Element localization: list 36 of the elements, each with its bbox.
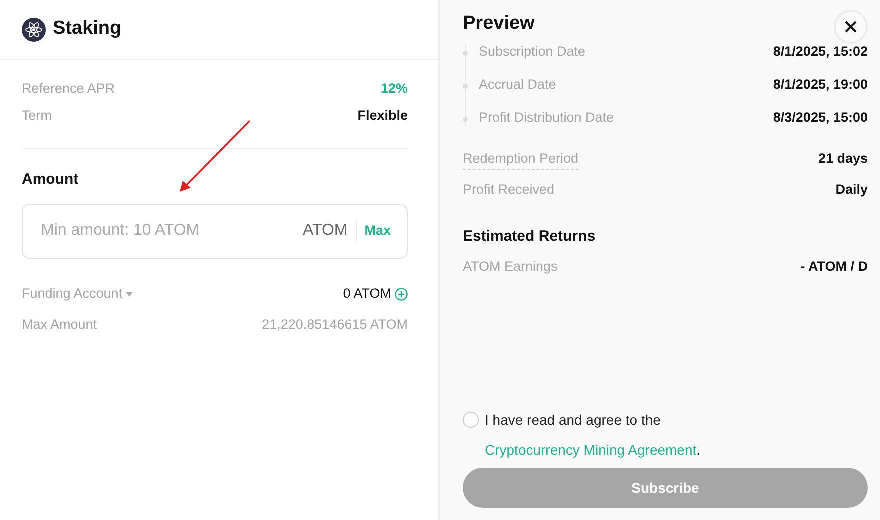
info-label: Reference APR [22, 80, 116, 98]
caret-icon[interactable] [126, 292, 134, 296]
amount-field[interactable]: Min amount: 10 ATOM ATOM Max [22, 204, 408, 258]
timeline-value: 8/1/2025, 19:00 [773, 76, 868, 94]
agreement-text: I have read and agree to the Cryptocurrency Mining Agreement. [485, 410, 702, 460]
info-value: 21,220.85146615 ATOM [262, 316, 408, 334]
timeline-label: Subscription Date [479, 43, 586, 62]
agreement-checkbox[interactable] [463, 412, 479, 428]
funding-value: 0 ATOM [343, 284, 392, 303]
returns-label: ATOM Earnings [463, 258, 558, 276]
page-title: Staking [53, 17, 122, 42]
info-value: Flexible [358, 107, 408, 126]
detail-value: Daily [836, 181, 868, 200]
info-label: Max Amount [22, 316, 98, 334]
section-heading: Estimated Returns [463, 227, 597, 247]
info-label: Term [22, 107, 52, 126]
timeline-value: 8/1/2025, 15:02 [773, 43, 868, 62]
coin-icon [22, 18, 46, 42]
detail-label: Redemption Period [463, 148, 579, 170]
returns-value: - ATOM / D [800, 258, 868, 276]
annotation-arrow [180, 120, 251, 192]
funding-account-dropdown[interactable]: Funding Account [22, 284, 123, 304]
unit-label: ATOM [302, 219, 357, 243]
info-value: 12% [380, 80, 408, 98]
section-heading: Amount [22, 170, 80, 190]
detail-label: Profit Received [463, 181, 555, 200]
close-icon[interactable] [845, 21, 857, 33]
agreement-link[interactable]: Cryptocurrency Mining Agreement [485, 442, 697, 458]
timeline-label: Profit Distribution Date [479, 109, 614, 128]
panel-title: Preview [463, 12, 535, 36]
detail-value: 21 days [818, 150, 868, 168]
timeline-label: Accrual Date [479, 76, 556, 94]
timeline-value: 8/3/2025, 15:00 [773, 109, 868, 128]
close-button[interactable] [834, 10, 868, 44]
max-button[interactable]: Max [356, 220, 391, 242]
add-icon[interactable] [395, 288, 408, 300]
